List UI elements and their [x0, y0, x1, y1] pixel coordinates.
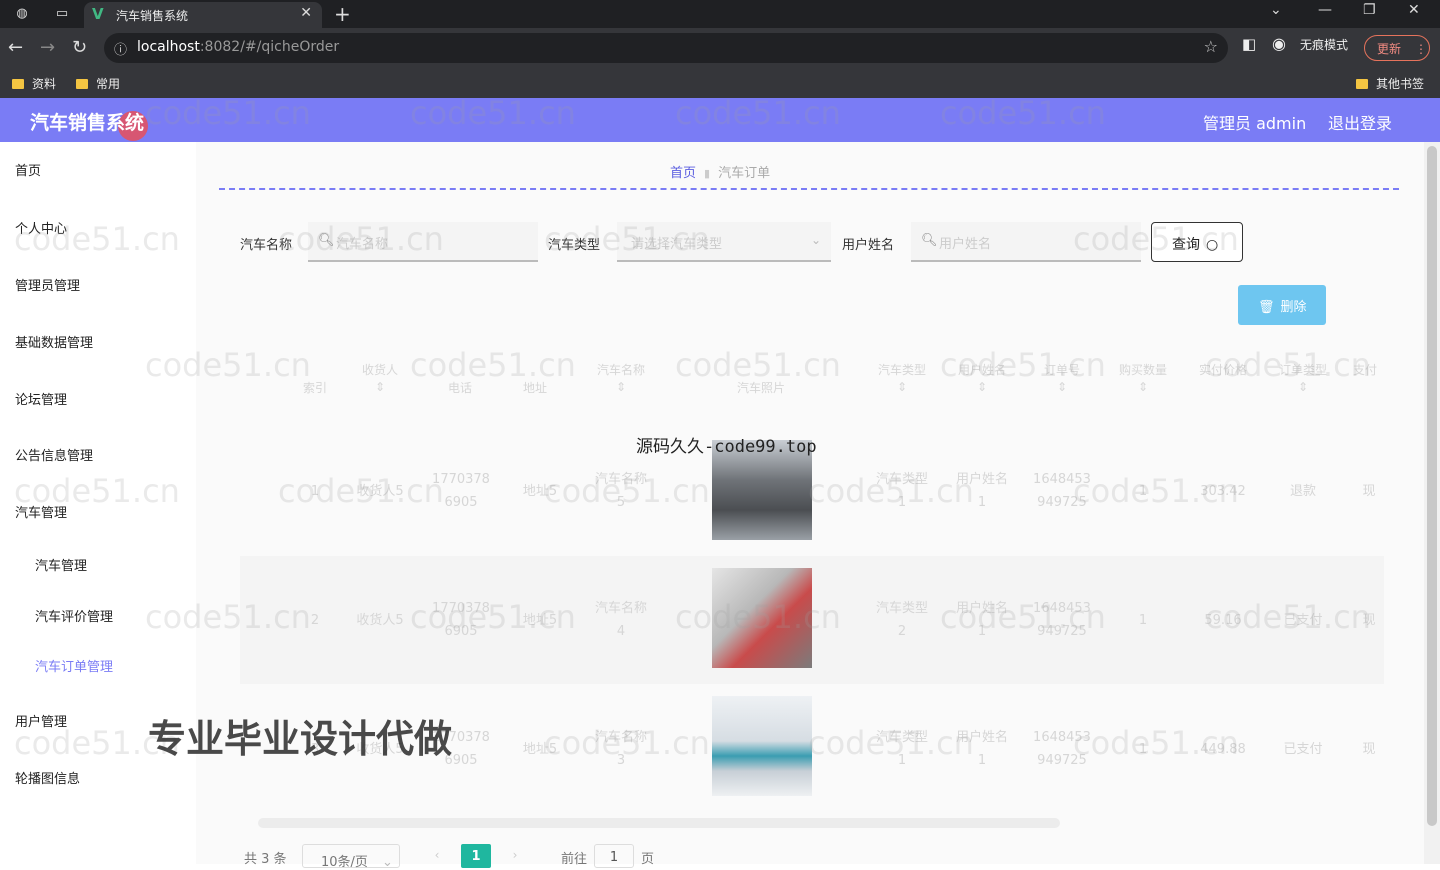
tab-search-icon[interactable]: ⌄: [1270, 2, 1282, 18]
col-header-car-name[interactable]: 汽车名称 ⇕: [585, 362, 657, 396]
chevron-down-icon: ⌄: [810, 233, 821, 247]
page-number-current[interactable]: 1: [461, 844, 491, 868]
delete-button[interactable]: 🗑︎ 删除: [1238, 285, 1326, 325]
sidebar-item-carousel[interactable]: 轮播图信息: [15, 768, 80, 787]
update-button[interactable]: 更新 ⋮: [1364, 35, 1430, 61]
sidebar-item-admins[interactable]: 管理员管理: [15, 275, 80, 294]
bookmark-star-icon[interactable]: ☆: [1204, 37, 1218, 56]
folder-icon: [1356, 79, 1368, 89]
url-text: localhost:8082/#/qicheOrder: [137, 39, 340, 55]
browser-tab-bar: ◍ ▭ V 汽车销售系统 ✕ + ⌄ — ❐ ✕: [0, 0, 1440, 28]
folder-icon: [76, 79, 88, 89]
sidebar-item-notices[interactable]: 公告信息管理: [15, 445, 93, 464]
cell-receiver: 收货人5: [356, 613, 404, 628]
tab-close-icon[interactable]: ✕: [300, 5, 312, 21]
cell-qty: 1: [1138, 613, 1148, 628]
bookmark-folder-1[interactable]: 资料: [12, 75, 56, 92]
cell-pay: 现: [1362, 484, 1376, 499]
scrollbar-thumb: [1427, 146, 1437, 826]
cell-car-name: 汽车名称 4: [594, 601, 647, 639]
browser-toolbar: ← → ↻ ⓘ localhost:8082/#/qicheOrder ☆ ◧ …: [0, 28, 1440, 68]
forward-icon[interactable]: →: [40, 37, 55, 58]
cell-pay: 现: [1362, 742, 1376, 757]
chevron-down-icon: ⌄: [381, 855, 393, 870]
header-divider: [219, 188, 1399, 190]
window-icon[interactable]: ▭: [52, 4, 72, 24]
trash-icon: 🗑︎: [1258, 300, 1275, 315]
overlay-watermark-text: 源码久久-code99.top: [636, 437, 817, 457]
cell-car-type: 汽车类型 2: [875, 601, 928, 639]
breadcrumb: 首页 ▮ 汽车订单: [670, 162, 770, 181]
sidebar-item-forum[interactable]: 论坛管理: [15, 389, 67, 408]
col-header-receiver[interactable]: 收货人 ⇕: [350, 362, 410, 396]
page-scrollbar[interactable]: [1424, 142, 1440, 864]
incognito-icon: ◉: [1272, 34, 1286, 53]
current-user: 管理员 admin: [1203, 114, 1307, 133]
folder-icon: [12, 79, 24, 89]
table-hscrollbar[interactable]: [240, 816, 1380, 830]
breadcrumb-home[interactable]: 首页: [670, 166, 696, 181]
page-size-select[interactable]: 10条/页 ⌄: [302, 844, 400, 870]
restore-icon[interactable]: ❐: [1363, 2, 1376, 18]
reload-icon[interactable]: ↻: [72, 37, 87, 58]
sidebar-subitem-car-orders[interactable]: 汽车订单管理: [35, 656, 113, 675]
pagination-total: 共 3 条: [244, 852, 287, 867]
col-header-qty[interactable]: 购买数量 ⇕: [1108, 362, 1178, 396]
cell-order-type: 已支付: [1283, 742, 1323, 757]
other-bookmarks[interactable]: 其他书签: [1356, 75, 1424, 92]
scrollbar-thumb: [258, 818, 1060, 828]
logout-link[interactable]: 退出登录: [1328, 110, 1392, 134]
tab-title: 汽车销售系统: [116, 9, 189, 23]
car-photo[interactable]: [712, 696, 812, 796]
search-icon: 🔍︎: [921, 233, 938, 248]
sidebar-toggle-icon[interactable]: ◧: [1242, 35, 1256, 53]
site-info-icon[interactable]: ⓘ: [114, 39, 127, 58]
minimize-icon[interactable]: —: [1318, 2, 1332, 18]
bookmark-folder-2[interactable]: 常用: [76, 75, 120, 92]
sidebar-subitem-car-manage[interactable]: 汽车管理: [35, 555, 87, 574]
overlay-banner-text: 专业毕业设计代做: [148, 717, 453, 761]
address-bar[interactable]: ⓘ localhost:8082/#/qicheOrder ☆: [104, 33, 1228, 63]
prev-page-button[interactable]: ‹: [422, 844, 452, 868]
browser-tab[interactable]: V 汽车销售系统 ✕: [84, 2, 322, 28]
more-icon: ⋮: [1415, 42, 1428, 56]
goto-prefix: 前往: [561, 852, 588, 867]
vue-logo-icon: V: [92, 5, 104, 23]
breadcrumb-current: 汽车订单: [718, 166, 771, 181]
new-tab-icon[interactable]: +: [334, 2, 351, 26]
col-header-car-type[interactable]: 汽车类型 ⇕: [866, 362, 938, 396]
goto-suffix: 页: [641, 852, 655, 867]
window-close-icon[interactable]: ✕: [1408, 2, 1420, 18]
next-page-button[interactable]: ›: [500, 844, 530, 868]
cell-order-type: 退款: [1289, 484, 1316, 499]
globe-icon[interactable]: ◍: [12, 4, 32, 24]
sidebar-subitem-car-reviews[interactable]: 汽车评价管理: [35, 606, 113, 625]
sidebar-item-home[interactable]: 首页: [15, 160, 41, 179]
app-brand: 汽车销售系统: [30, 112, 145, 134]
sidebar-item-base-data[interactable]: 基础数据管理: [15, 332, 93, 351]
user-name-label: 用户姓名: [842, 238, 895, 253]
breadcrumb-separator-icon: ▮: [704, 167, 711, 180]
back-icon[interactable]: ←: [8, 37, 23, 58]
goto-page-input[interactable]: 1: [594, 844, 634, 868]
incognito-label: 无痕模式: [1300, 38, 1349, 52]
